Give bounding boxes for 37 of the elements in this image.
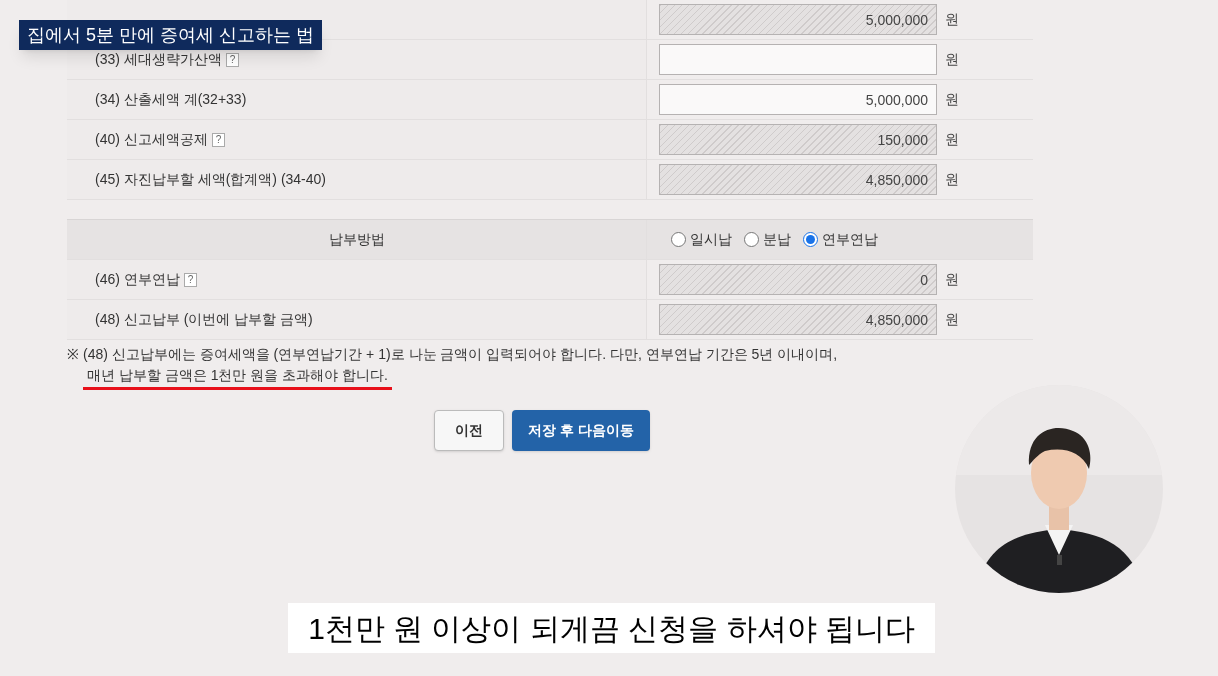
unit-label: 원 <box>945 170 959 189</box>
input-field[interactable]: 4,850,000 <box>659 164 937 195</box>
radio-icon[interactable] <box>671 232 686 247</box>
radio-icon[interactable] <box>744 232 759 247</box>
help-icon[interactable]: ? <box>211 132 226 147</box>
field-label: (48) 신고납부 (이번에 납부할 금액) <box>95 310 313 329</box>
input-field[interactable]: 150,000 <box>659 124 937 155</box>
input-field[interactable] <box>659 44 937 75</box>
radio-icon[interactable] <box>803 232 818 247</box>
help-icon[interactable]: ? <box>183 272 198 287</box>
note-highlight: 매년 납부할 금액은 1천만 원을 초과해야 합니다. <box>83 365 392 390</box>
radio-option[interactable]: 일시납 <box>671 229 732 250</box>
radio-option[interactable]: 연부연납 <box>803 229 878 250</box>
unit-label: 원 <box>945 130 959 149</box>
input-field[interactable]: 5,000,000 <box>659 84 937 115</box>
subtitle: 1천만 원 이상이 되게끔 신청을 하셔야 됩니다 <box>288 603 935 653</box>
input-field[interactable]: 0 <box>659 264 937 295</box>
field-label: (45) 자진납부할 세액(합계액) (34-40) <box>95 170 327 189</box>
field-label: (33) 세대생략가산액 <box>95 50 222 69</box>
help-icon[interactable]: ? <box>225 52 240 67</box>
field-label: (40) 신고세액공제 <box>95 130 208 149</box>
unit-label: 원 <box>945 10 959 29</box>
unit-label: 원 <box>945 50 959 69</box>
note-text: (48) 신고납부에는 증여세액을 (연부연납기간 + 1)로 나눈 금액이 입력되어야 합니다. 다만, 연부연납 기간은 5년 이내이며, <box>83 345 838 364</box>
previous-button[interactable]: 이전 <box>434 410 505 451</box>
unit-label: 원 <box>945 90 959 109</box>
field-label: (34) 산출세액 계(32+33) <box>95 90 247 109</box>
radio-option[interactable]: 분납 <box>744 229 791 250</box>
input-field[interactable]: 4,850,000 <box>659 304 937 335</box>
note-mark: ※ <box>67 345 79 364</box>
unit-label: 원 <box>945 310 959 329</box>
field-label: 납부방법 <box>328 230 385 249</box>
unit-label: 원 <box>945 270 959 289</box>
save-next-button[interactable]: 저장 후 다음이동 <box>512 410 650 451</box>
field-label: (46) 연부연납 <box>95 270 180 289</box>
video-caption: 집에서 5분 만에 증여세 신고하는 법 <box>19 20 322 50</box>
input-field[interactable]: 5,000,000 <box>659 4 937 35</box>
